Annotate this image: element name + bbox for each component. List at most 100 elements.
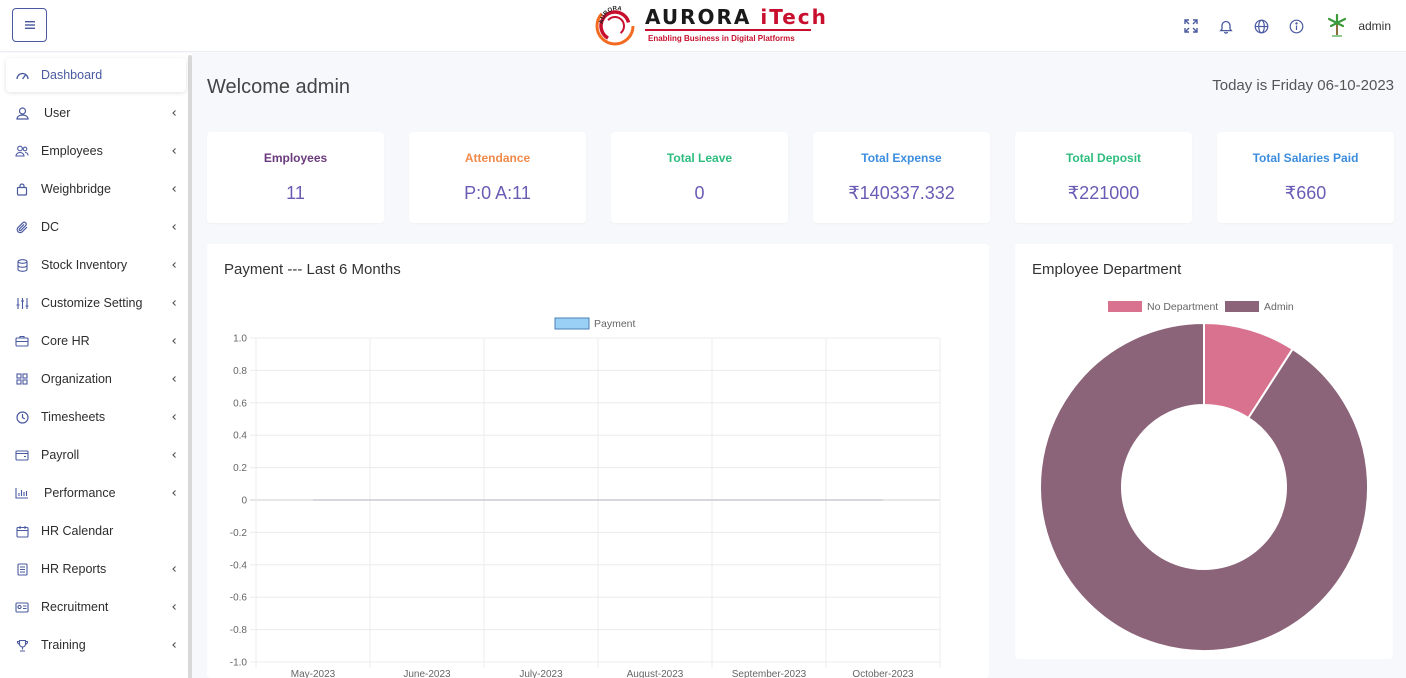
brand-name: AURORA iTech (645, 5, 828, 29)
sidebar-item-dashboard[interactable]: Dashboard (6, 58, 186, 92)
sidebar-item-organization[interactable]: Organization (6, 362, 186, 396)
briefcase-icon (15, 334, 29, 348)
chevron-left-icon (172, 224, 176, 230)
database-icon (15, 258, 29, 272)
y-tick-label: -0.6 (230, 593, 248, 604)
sidebar-item-label: Employees (41, 144, 103, 158)
page-title: Welcome admin (207, 76, 351, 98)
avatar[interactable] (1326, 13, 1348, 39)
menu-icon (24, 21, 35, 29)
wallet-icon (15, 448, 29, 462)
chevron-left-icon (172, 452, 176, 458)
chevron-left-icon (172, 376, 176, 382)
employees-icon (15, 144, 29, 158)
chevron-left-icon (172, 110, 176, 116)
sidebar-item-label: Core HR (41, 334, 90, 348)
y-tick-label: 0 (241, 496, 247, 507)
chevron-left-icon (172, 490, 176, 496)
chevron-left-icon (172, 604, 176, 610)
sidebar-item-label: Weighbridge (41, 182, 111, 196)
stat-label: Attendance (464, 151, 531, 165)
info-icon[interactable] (1287, 17, 1305, 35)
sidebar-item-label: Stock Inventory (41, 258, 128, 272)
stat-value: ₹221000 (1067, 183, 1140, 203)
sidebar-item-label: HR Calendar (41, 524, 114, 538)
menu-toggle-button[interactable] (12, 8, 47, 42)
stat-label: Employees (263, 151, 328, 165)
sidebar-item-weighbridge[interactable]: Weighbridge (6, 172, 186, 206)
brand-logo-mark: AURORA (595, 6, 635, 46)
sidebar-item-payroll[interactable]: Payroll (6, 438, 186, 472)
sidebar-item-label: User (44, 106, 71, 120)
sidebar-item-label: Dashboard (41, 68, 103, 82)
sidebar-item-label: HR Reports (41, 562, 107, 576)
x-tick-label: May-2023 (291, 669, 336, 678)
stat-value: P:0 A:11 (464, 183, 531, 203)
chart-legend: Payment (554, 317, 636, 330)
sidebar-item-training[interactable]: Training (6, 628, 186, 662)
x-tick-label: October-2023 (852, 669, 914, 678)
sidebar-item-performance[interactable]: Performance (6, 476, 186, 510)
sidebar-item-label: Organization (41, 372, 112, 386)
sidebar-item-customize-setting[interactable]: Customize Setting (6, 286, 186, 320)
sidebar-item-label: Training (41, 638, 86, 652)
stat-label: Total Leave (666, 151, 733, 165)
svg-text:AURORA: AURORA (599, 6, 623, 25)
brand-underline (645, 29, 811, 31)
sliders-icon (15, 296, 29, 310)
x-tick-label: September-2023 (732, 669, 807, 678)
trophy-icon (15, 638, 29, 652)
sidebar-scrollbar[interactable] (188, 55, 192, 678)
brand-logo[interactable]: AURORA AURORA iTech Enabling Business in… (593, 3, 826, 49)
stat-card-total-leave[interactable]: Total Leave 0 (611, 132, 788, 223)
fullscreen-icon[interactable] (1182, 17, 1200, 35)
user-icon (15, 106, 29, 120)
chevron-left-icon (172, 414, 176, 420)
user-name[interactable]: admin (1358, 19, 1391, 33)
y-tick-label: 1.0 (233, 334, 247, 345)
y-tick-label: 0.4 (233, 431, 247, 442)
y-tick-label: 0.2 (233, 463, 247, 474)
sidebar-item-label: Performance (44, 486, 116, 500)
sidebar-item-timesheets[interactable]: Timesheets (6, 400, 186, 434)
sidebar-item-hr-calendar[interactable]: HR Calendar (6, 514, 186, 548)
y-tick-label: -0.4 (230, 560, 248, 571)
stat-value: ₹140337.332 (848, 183, 955, 203)
chevron-left-icon (172, 300, 176, 306)
sidebar: Dashboard User Employees Weighbridge DC … (0, 53, 192, 678)
bell-icon[interactable] (1217, 17, 1235, 35)
report-icon (15, 562, 29, 576)
sidebar-item-user[interactable]: User (6, 96, 186, 130)
sidebar-item-dc[interactable]: DC (6, 210, 186, 244)
department-chart: No Department Admin (1039, 301, 1369, 652)
stat-card-attendance[interactable]: Attendance P:0 A:11 (409, 132, 586, 223)
sidebar-item-core-hr[interactable]: Core HR (6, 324, 186, 358)
stat-card-total-deposit[interactable]: Total Deposit ₹221000 (1015, 132, 1192, 223)
chevron-left-icon (172, 148, 176, 154)
y-tick-label: 0.8 (233, 366, 247, 377)
bag-icon (15, 182, 29, 196)
stat-card-total-salaries-paid[interactable]: Total Salaries Paid ₹660 (1217, 132, 1394, 223)
sidebar-item-label: Payroll (41, 448, 80, 462)
legend-label: No Department (1147, 301, 1218, 313)
y-tick-label: 0.6 (233, 398, 247, 409)
stat-card-total-expense[interactable]: Total Expense ₹140337.332 (813, 132, 990, 223)
globe-icon[interactable] (1252, 17, 1270, 35)
chevron-left-icon (172, 186, 176, 192)
legend-label: Admin (1264, 301, 1294, 313)
clock-icon (15, 410, 29, 424)
sidebar-item-recruitment[interactable]: Recruitment (6, 590, 186, 624)
department-panel: Employee Department No Department Admin (1015, 244, 1393, 659)
sidebar-item-stock-inventory[interactable]: Stock Inventory (6, 248, 186, 282)
stat-label: Total Salaries Paid (1252, 151, 1359, 165)
stat-card-employees[interactable]: Employees 11 (207, 132, 384, 223)
sidebar-item-hr-reports[interactable]: HR Reports (6, 552, 186, 586)
brand-tagline: Enabling Business in Digital Platforms (648, 34, 795, 43)
sidebar-item-label: Timesheets (41, 410, 106, 424)
sidebar-item-label: Recruitment (41, 600, 109, 614)
chevron-left-icon (172, 262, 176, 268)
sidebar-item-label: DC (41, 220, 60, 234)
today-date: Today is Friday 06-10-2023 (1212, 77, 1394, 94)
sidebar-item-employees[interactable]: Employees (6, 134, 186, 168)
chevron-left-icon (172, 566, 176, 572)
